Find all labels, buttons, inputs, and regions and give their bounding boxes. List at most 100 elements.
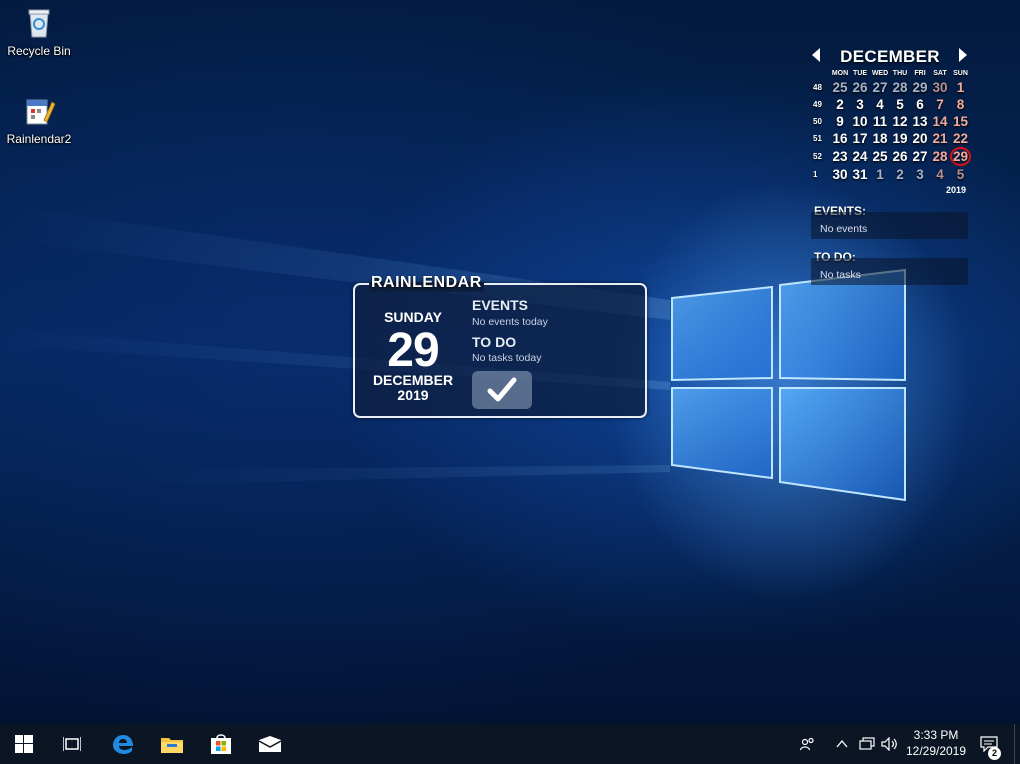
calendar-day[interactable]: 17 bbox=[850, 130, 870, 147]
next-month-arrow-icon[interactable] bbox=[959, 48, 967, 62]
calendar-day[interactable]: 9 bbox=[830, 113, 850, 130]
calendar-day[interactable]: 5 bbox=[950, 166, 971, 183]
calendar-day[interactable]: 14 bbox=[930, 113, 950, 130]
calendar-day[interactable]: 8 bbox=[950, 96, 971, 113]
calendar-day[interactable]: 29 bbox=[910, 79, 930, 96]
desktop-icon-rainlendar[interactable]: Rainlendar2 bbox=[1, 94, 77, 146]
weekday-header: SUN bbox=[953, 70, 968, 77]
volume-button[interactable] bbox=[880, 724, 900, 764]
calendar-day[interactable]: 13 bbox=[910, 113, 930, 130]
volume-icon bbox=[881, 737, 897, 751]
weekday-header: SAT bbox=[933, 70, 947, 77]
week-number: 50 bbox=[813, 117, 822, 126]
calendar-day[interactable]: 10 bbox=[850, 113, 870, 130]
start-icon bbox=[15, 735, 33, 753]
chevron-up-icon bbox=[836, 740, 848, 748]
calendar-day[interactable]: 20 bbox=[910, 130, 930, 147]
calendar-month: DECEMBER bbox=[840, 47, 940, 66]
network-icon bbox=[859, 737, 875, 750]
calendar-day[interactable]: 24 bbox=[850, 147, 870, 166]
calendar-day[interactable]: 30 bbox=[930, 79, 950, 96]
calendar-day[interactable]: 2 bbox=[890, 166, 910, 183]
calendar-week-row: 49 2 3 4 5 6 7 8 bbox=[808, 96, 971, 113]
calendar-week-row: 51 16 17 18 19 20 21 22 bbox=[808, 130, 971, 147]
calendar-day[interactable]: 1 bbox=[950, 79, 971, 96]
calendar-day[interactable]: 25 bbox=[870, 147, 890, 166]
calendar-day[interactable]: 19 bbox=[890, 130, 910, 147]
widget-todo-text: No tasks today bbox=[472, 352, 542, 364]
file-explorer-icon bbox=[161, 738, 183, 753]
week-number: 1 bbox=[813, 170, 818, 179]
week-number: 52 bbox=[813, 152, 822, 161]
week-number: 49 bbox=[813, 100, 822, 109]
rainlendar-label: Rainlendar2 bbox=[6, 132, 72, 146]
events-panel[interactable]: No events bbox=[811, 212, 968, 239]
notification-count-badge: 2 bbox=[988, 747, 1001, 760]
calendar-day[interactable]: 12 bbox=[890, 113, 910, 130]
rainlendar-icon bbox=[22, 94, 56, 128]
task-view-icon bbox=[63, 737, 81, 751]
widget-day-number: 29 bbox=[387, 324, 439, 377]
calendar-day[interactable]: 28 bbox=[890, 79, 910, 96]
people-button[interactable] bbox=[796, 724, 820, 764]
calendar-day[interactable]: 23 bbox=[830, 147, 850, 166]
mail-icon bbox=[258, 736, 282, 752]
task-view-button[interactable] bbox=[48, 724, 96, 764]
calendar-day[interactable]: 25 bbox=[830, 79, 850, 96]
desktop-icon-recycle-bin[interactable]: Recycle Bin bbox=[1, 6, 77, 58]
widget-check-button[interactable] bbox=[472, 371, 532, 409]
calendar-day[interactable]: 7 bbox=[930, 96, 950, 113]
calendar-day[interactable]: 1 bbox=[870, 166, 890, 183]
calendar-day-today[interactable]: 29 bbox=[950, 147, 971, 166]
calendar-day[interactable]: 15 bbox=[950, 113, 971, 130]
calendar-day[interactable]: 28 bbox=[930, 147, 950, 166]
show-desktop-button[interactable] bbox=[1014, 724, 1020, 764]
calendar-day[interactable]: 4 bbox=[930, 166, 950, 183]
file-explorer-button[interactable] bbox=[148, 724, 196, 764]
calendar-day[interactable]: 2 bbox=[830, 96, 850, 113]
calendar-day[interactable]: 18 bbox=[870, 130, 890, 147]
widget-year: 2019 bbox=[397, 387, 429, 403]
calendar-day[interactable]: 3 bbox=[850, 96, 870, 113]
today-marker: 29 bbox=[950, 147, 971, 166]
week-number: 51 bbox=[813, 134, 822, 143]
calendar-day[interactable]: 4 bbox=[870, 96, 890, 113]
calendar-day[interactable]: 3 bbox=[910, 166, 930, 183]
clock-time: 3:33 PM bbox=[913, 728, 959, 742]
rainlendar-today-widget[interactable]: RAINLENDAR SUNDAY 29 DECEMBER 2019 EVENT… bbox=[353, 274, 647, 418]
calendar-week-row: 48 25 26 27 28 29 30 1 bbox=[808, 79, 971, 96]
weekday-header: THU bbox=[892, 70, 908, 77]
calendar-day[interactable]: 6 bbox=[910, 96, 930, 113]
mail-button[interactable] bbox=[246, 724, 294, 764]
week-number: 48 bbox=[813, 83, 822, 92]
week-number-header bbox=[808, 68, 830, 79]
start-button[interactable] bbox=[0, 724, 48, 764]
rainlendar-calendar: DECEMBER MON TUE WED THU FRI SAT SUN 48 … bbox=[808, 44, 972, 195]
taskbar: 3:33 PM 12/29/2019 bbox=[0, 724, 1020, 764]
todo-panel-text: No tasks bbox=[820, 269, 861, 281]
weekday-header: WED bbox=[871, 70, 889, 77]
calendar-day[interactable]: 31 bbox=[850, 166, 870, 183]
calendar-day[interactable]: 22 bbox=[950, 130, 971, 147]
store-button[interactable] bbox=[197, 724, 245, 764]
calendar-day[interactable]: 11 bbox=[870, 113, 890, 130]
calendar-day[interactable]: 26 bbox=[850, 79, 870, 96]
calendar-day[interactable]: 16 bbox=[830, 130, 850, 147]
show-hidden-icons-button[interactable] bbox=[833, 724, 851, 764]
taskbar-clock[interactable]: 3:33 PM 12/29/2019 bbox=[900, 727, 972, 759]
network-button[interactable] bbox=[856, 724, 878, 764]
weekday-header: FRI bbox=[914, 70, 926, 77]
calendar-day[interactable]: 21 bbox=[930, 130, 950, 147]
calendar-week-row: 52 23 24 25 26 27 28 29 bbox=[808, 147, 971, 166]
calendar-day[interactable]: 30 bbox=[830, 166, 850, 183]
calendar-day[interactable]: 26 bbox=[890, 147, 910, 166]
people-icon bbox=[800, 737, 814, 751]
calendar-day[interactable]: 27 bbox=[910, 147, 930, 166]
calendar-day[interactable]: 27 bbox=[870, 79, 890, 96]
clock-date: 12/29/2019 bbox=[905, 744, 967, 758]
edge-button[interactable] bbox=[99, 724, 147, 764]
calendar-day[interactable]: 5 bbox=[890, 96, 910, 113]
weekday-header: MON bbox=[831, 70, 849, 77]
todo-panel[interactable]: No tasks bbox=[811, 258, 968, 285]
widget-events-title: EVENTS bbox=[472, 297, 529, 313]
